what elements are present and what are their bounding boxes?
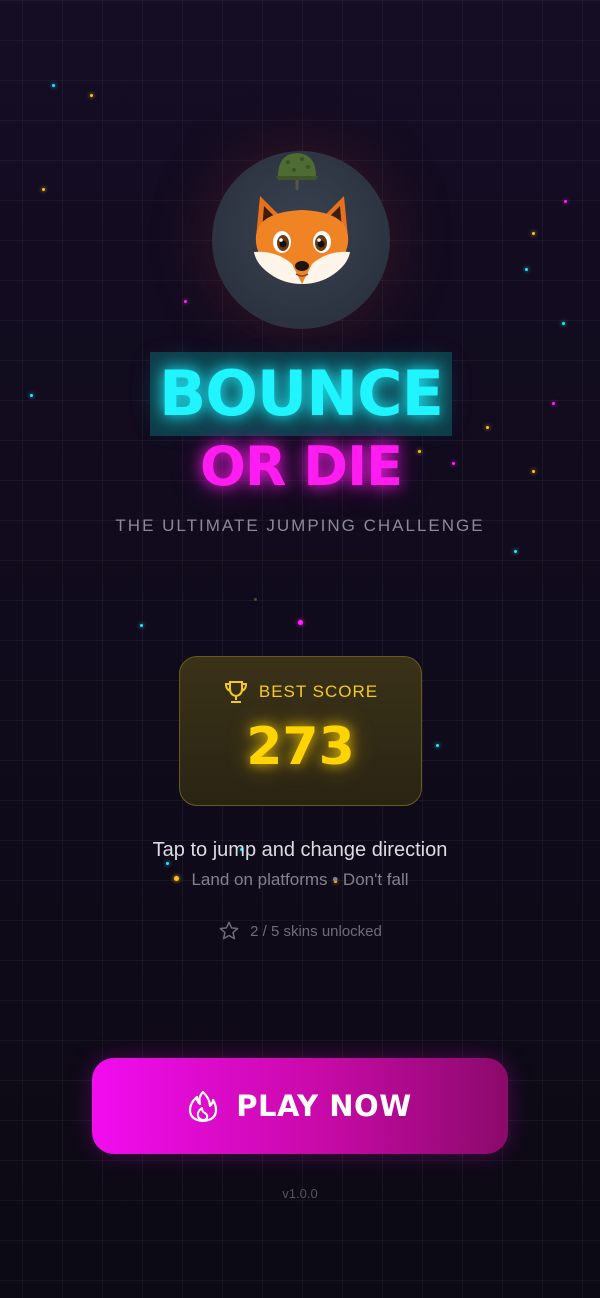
best-score-value: 273 xyxy=(246,717,355,777)
particle xyxy=(90,94,93,97)
particle xyxy=(525,268,528,271)
instruction-main: Tap to jump and change direction xyxy=(152,839,448,861)
play-now-button[interactable]: PLAY NOW xyxy=(92,1058,508,1154)
title-line-1: BOUNCE xyxy=(150,352,452,436)
particle xyxy=(52,84,55,87)
particle xyxy=(184,300,187,303)
particle xyxy=(254,598,257,601)
star-outline-icon xyxy=(219,921,239,940)
particle xyxy=(562,322,565,325)
particle xyxy=(452,462,455,465)
particle xyxy=(532,232,535,235)
skins-text: 2 / 5 skins unlocked xyxy=(250,922,382,940)
tagline: THE ULTIMATE JUMPING CHALLENGE xyxy=(115,516,485,535)
particle xyxy=(514,550,517,553)
best-score-label: BEST SCORE xyxy=(258,682,379,701)
army-helmet-icon xyxy=(276,153,318,190)
skins-unlocked: 2 / 5 skins unlocked xyxy=(0,920,600,942)
particle xyxy=(30,394,33,397)
version-label: v1.0.0 xyxy=(282,1186,318,1201)
best-score-card: BEST SCORE 273 xyxy=(179,656,422,806)
play-now-label: PLAY NOW xyxy=(236,1089,412,1123)
particle xyxy=(166,862,169,865)
title-line-2: OR DIE xyxy=(199,435,403,498)
particle xyxy=(532,470,535,473)
particle xyxy=(552,402,555,405)
particle xyxy=(42,188,45,191)
best-score-header: BEST SCORE xyxy=(180,679,421,705)
instruction-sub: Land on platforms • Don't fall xyxy=(191,870,409,889)
particle xyxy=(298,620,303,625)
flame-icon xyxy=(189,1090,218,1123)
particle xyxy=(564,200,567,203)
trophy-icon xyxy=(224,681,247,703)
particle xyxy=(486,426,489,429)
particle xyxy=(436,744,439,747)
particle xyxy=(140,624,143,627)
fox-icon xyxy=(254,196,350,284)
